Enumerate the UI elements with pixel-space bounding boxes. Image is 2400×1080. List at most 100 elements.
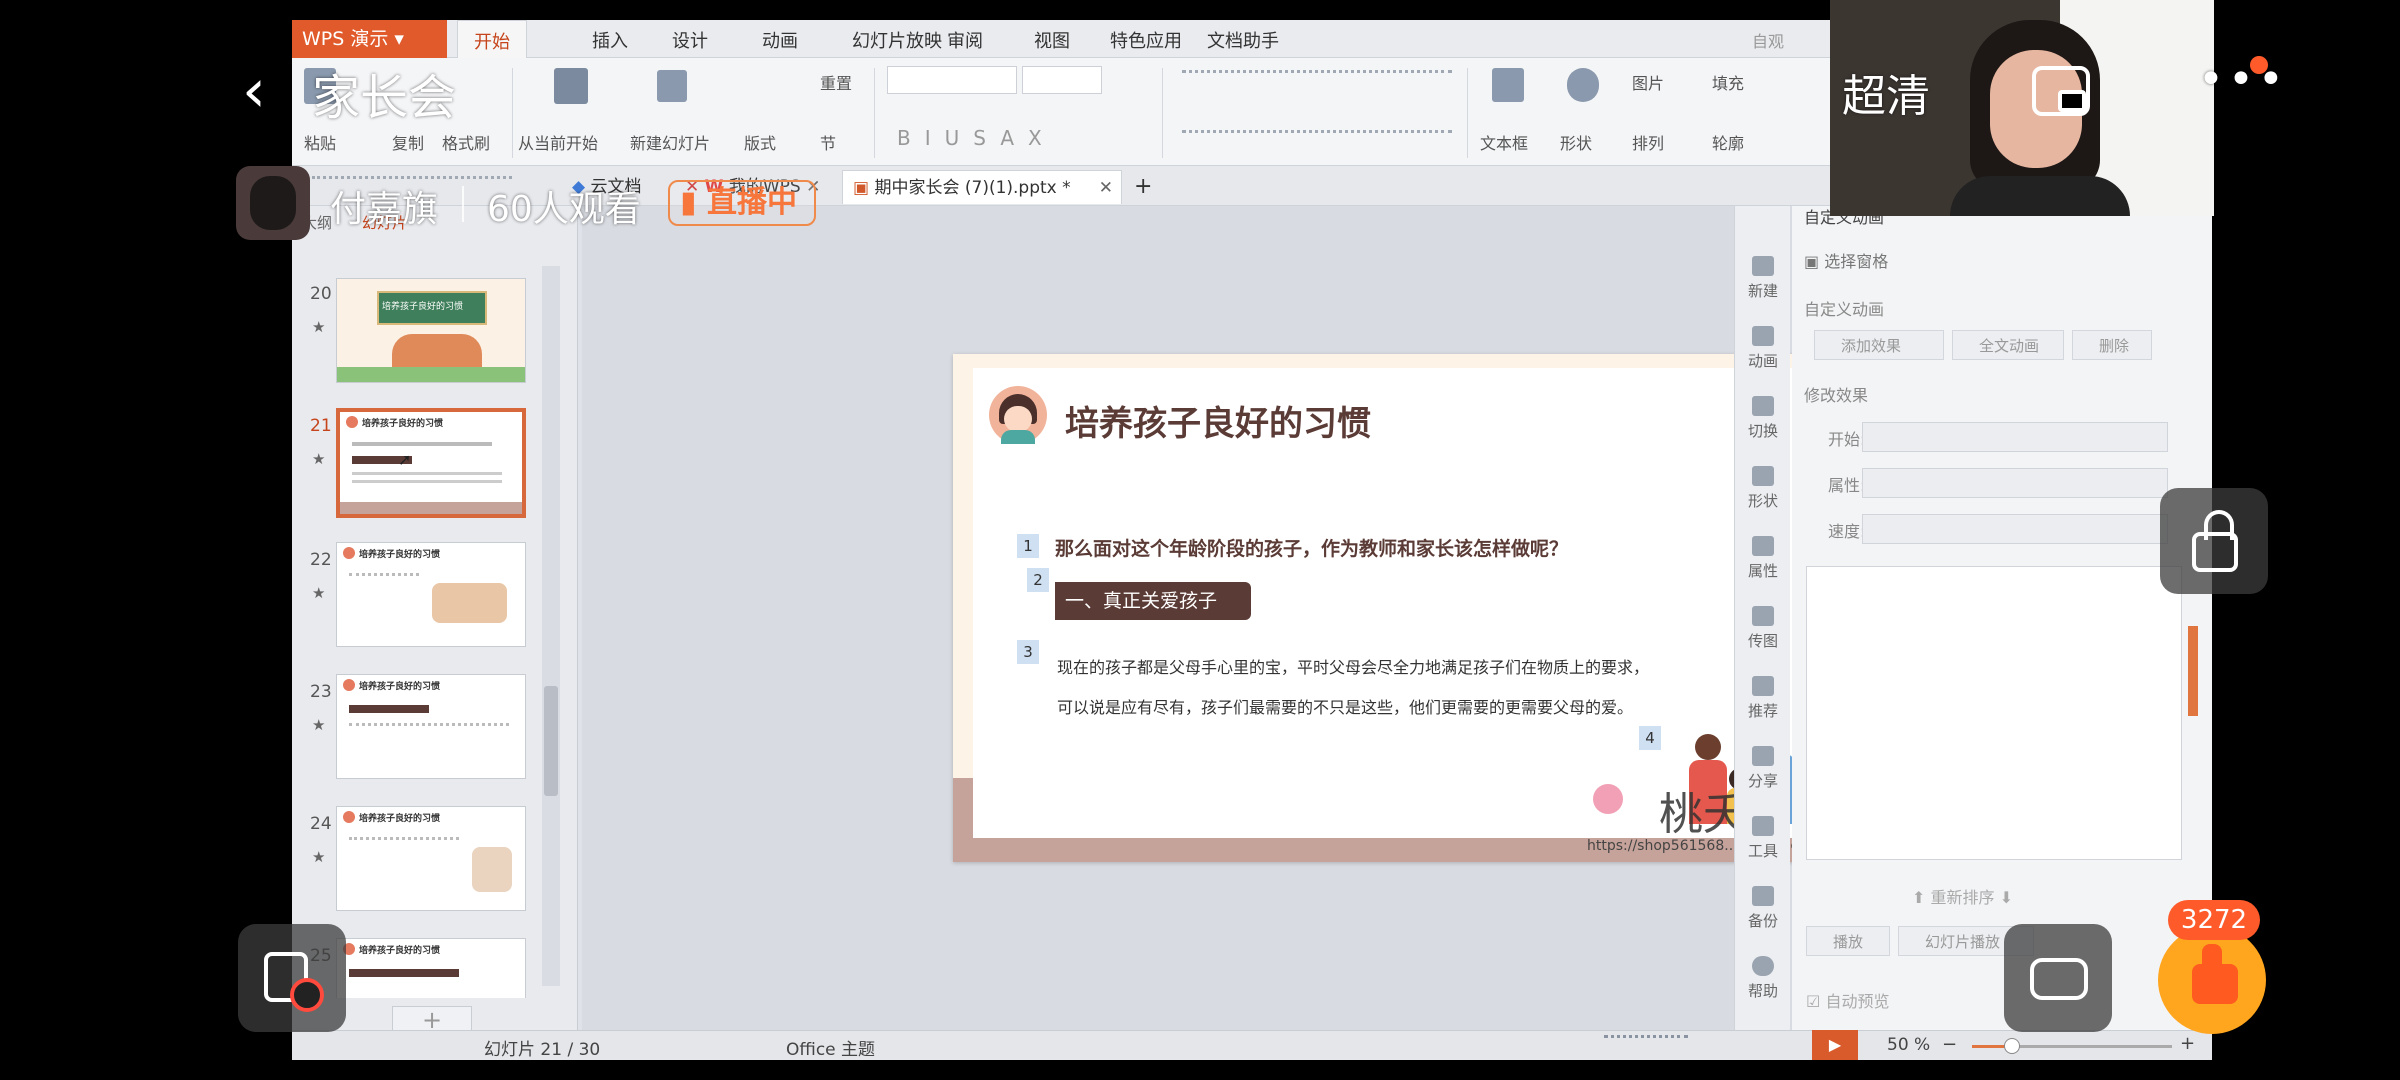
paste-button[interactable]: 粘贴 [304,130,336,154]
sidebar-item-animation[interactable]: 动画 [1735,326,1791,371]
quality-selector[interactable]: 超清 [1842,60,1930,124]
font-size-select[interactable] [1022,66,1102,94]
sidebar-item-backup[interactable]: 备份 [1735,886,1791,931]
play-button[interactable]: 播放 [1806,926,1890,956]
fill-button[interactable]: 填充 [1712,70,1744,94]
wps-app-button[interactable]: WPS 演示 ▾ [292,20,447,58]
pip-mode-icon[interactable] [2032,66,2090,116]
sidebar-item-new[interactable]: 新建 [1735,256,1791,301]
menu-design[interactable]: 设计 [672,20,708,58]
auto-preview-checkbox[interactable]: ☑ 自动预览 [1806,988,1889,1012]
slide-21[interactable]: 培养孩子良好的习惯 1 那么面对这个年龄阶段的孩子，作为教师和家长该怎样做呢？ … [953,354,1853,862]
disable-comments-button[interactable] [238,924,346,1032]
menu-home[interactable]: 开始 [457,20,527,58]
play-from-current-icon[interactable] [554,68,588,104]
back-arrow-icon[interactable]: ‹ [242,56,266,126]
menu-animation[interactable]: 动画 [762,20,798,58]
textbox-icon[interactable] [1492,68,1524,102]
menu-features[interactable]: 特色应用 [1110,20,1182,58]
slide-paragraph[interactable]: 现在的孩子都是父母手心里的宝，平时父母会尽全力地满足孩子们在物质上的要求，可以说… [1057,648,1657,728]
sidebar-item-share[interactable]: 分享 [1735,746,1791,791]
sidebar-item-shape[interactable]: 形状 [1735,466,1791,511]
host-avatar[interactable] [236,166,310,240]
slide-thumbnail-22[interactable]: 培养孩子良好的习惯 [336,542,526,647]
sidebar-item-property[interactable]: 属性 [1735,536,1791,581]
animation-order-marker[interactable]: 1 [1017,534,1039,558]
slide-thumbnail-21[interactable]: 培养孩子良好的习惯 ➚ [336,408,526,518]
slide-thumbnail-23[interactable]: 培养孩子良好的习惯 [336,674,526,779]
section-button[interactable]: 节 [820,130,836,154]
animation-list[interactable] [1806,566,2182,860]
tab-current-file[interactable]: ▣ 期中家长会 (7)(1).pptx * ✕ [842,170,1122,204]
textbox-button[interactable]: 文本框 [1480,130,1528,154]
sidebar-item-help[interactable]: 帮助 [1735,956,1791,1001]
new-tab-button[interactable]: + [1124,170,1162,204]
slide-thumbnail-20[interactable]: 培养孩子良好的习惯 [336,278,526,383]
property-select[interactable] [1862,468,2168,498]
family-illustration [432,583,507,623]
user-account[interactable]: 自观 [1752,28,1784,52]
view-mode-buttons[interactable] [1604,1035,1688,1057]
shape-icon[interactable] [1567,68,1599,102]
sidebar-item-tools[interactable]: 工具 [1735,816,1791,861]
menu-review[interactable]: 审阅 [947,20,983,58]
thumb-title: 培养孩子良好的习惯 [382,302,464,312]
font-name-select[interactable] [887,66,1017,94]
slide-heading-box[interactable]: 一、真正关爱孩子 [1055,582,1251,620]
arrow-down-icon[interactable]: ⬇ [2000,888,2013,907]
slide-thumbnail-25[interactable]: 培养孩子良好的习惯 [336,938,526,998]
shape-icon [1752,466,1774,486]
animation-order-marker[interactable]: 2 [1027,568,1049,592]
slide-thumbnail-24[interactable]: 培养孩子良好的习惯 [336,806,526,911]
start-select[interactable] [1862,422,2168,452]
paragraph-buttons[interactable] [1182,70,1452,90]
sidebar-item-upload[interactable]: 传图 [1735,606,1791,651]
animation-order-marker[interactable]: 4 [1639,726,1661,750]
pane-resize-handle[interactable] [2188,626,2198,716]
shape-button[interactable]: 形状 [1560,130,1592,154]
menu-view[interactable]: 视图 [1034,20,1070,58]
new-slide-button[interactable]: 新建幻灯片 [630,130,710,154]
menu-doc-assistant[interactable]: 文档助手 [1207,20,1279,58]
new-slide-icon[interactable] [657,70,687,102]
add-effect-button[interactable]: 添加效果 [1814,330,1944,360]
animation-star-icon: ★ [312,318,326,336]
avatar-icon [343,679,355,691]
select-pane-link[interactable]: ▣ 选择窗格 [1804,248,1888,272]
arrange-button[interactable]: 排列 [1632,130,1664,154]
slide-question[interactable]: 那么面对这个年龄阶段的孩子，作为教师和家长该怎样做呢？ [1055,534,1568,561]
full-text-animation-button[interactable]: 全文动画 [1952,330,2064,360]
outline-button[interactable]: 轮廓 [1712,130,1744,154]
video-call-button[interactable] [2004,924,2112,1032]
font-style-buttons[interactable]: BIUSAX [897,126,1056,150]
sidebar-item-recommend[interactable]: 推荐 [1735,676,1791,721]
alignment-buttons[interactable] [1182,130,1452,150]
play-from-current-button[interactable]: 从当前开始 [518,130,598,154]
slideshow-play-icon[interactable]: ▶ [1812,1030,1858,1060]
slide-title[interactable]: 培养孩子良好的习惯 [1065,396,1371,445]
like-button[interactable] [2158,926,2266,1034]
reset-button[interactable]: 重置 [820,70,852,94]
reorder-control[interactable]: ⬆ 重新排序 ⬇ [1912,884,2013,908]
picture-button[interactable]: 图片 [1632,70,1664,94]
animation-star-icon: ★ [312,848,326,866]
sidebar-label: 切换 [1747,422,1778,440]
scroll-thumb[interactable] [544,686,558,796]
close-icon[interactable]: ✕ [1099,171,1113,205]
sidebar-item-transition[interactable]: 切换 [1735,396,1791,441]
menu-insert[interactable]: 插入 [592,20,628,58]
format-painter-button[interactable]: 格式刷 [442,130,490,154]
delete-button[interactable]: 删除 [2072,330,2152,360]
zoom-out-button[interactable]: − [1942,1034,1957,1055]
animation-order-marker[interactable]: 3 [1017,640,1039,664]
thumbnail-scrollbar[interactable] [542,266,560,986]
menu-slideshow[interactable]: 幻灯片放映 [852,20,942,58]
copy-button[interactable]: 复制 [392,130,424,154]
zoom-in-button[interactable]: + [2180,1033,2195,1054]
zoom-slider-handle[interactable] [2004,1038,2020,1054]
screen-lock-button[interactable] [2160,488,2268,594]
arrow-up-icon[interactable]: ⬆ [1912,888,1925,907]
speed-select[interactable] [1862,514,2168,544]
layout-button[interactable]: 版式 [744,130,776,154]
more-options-icon[interactable]: ••• [2198,54,2288,105]
